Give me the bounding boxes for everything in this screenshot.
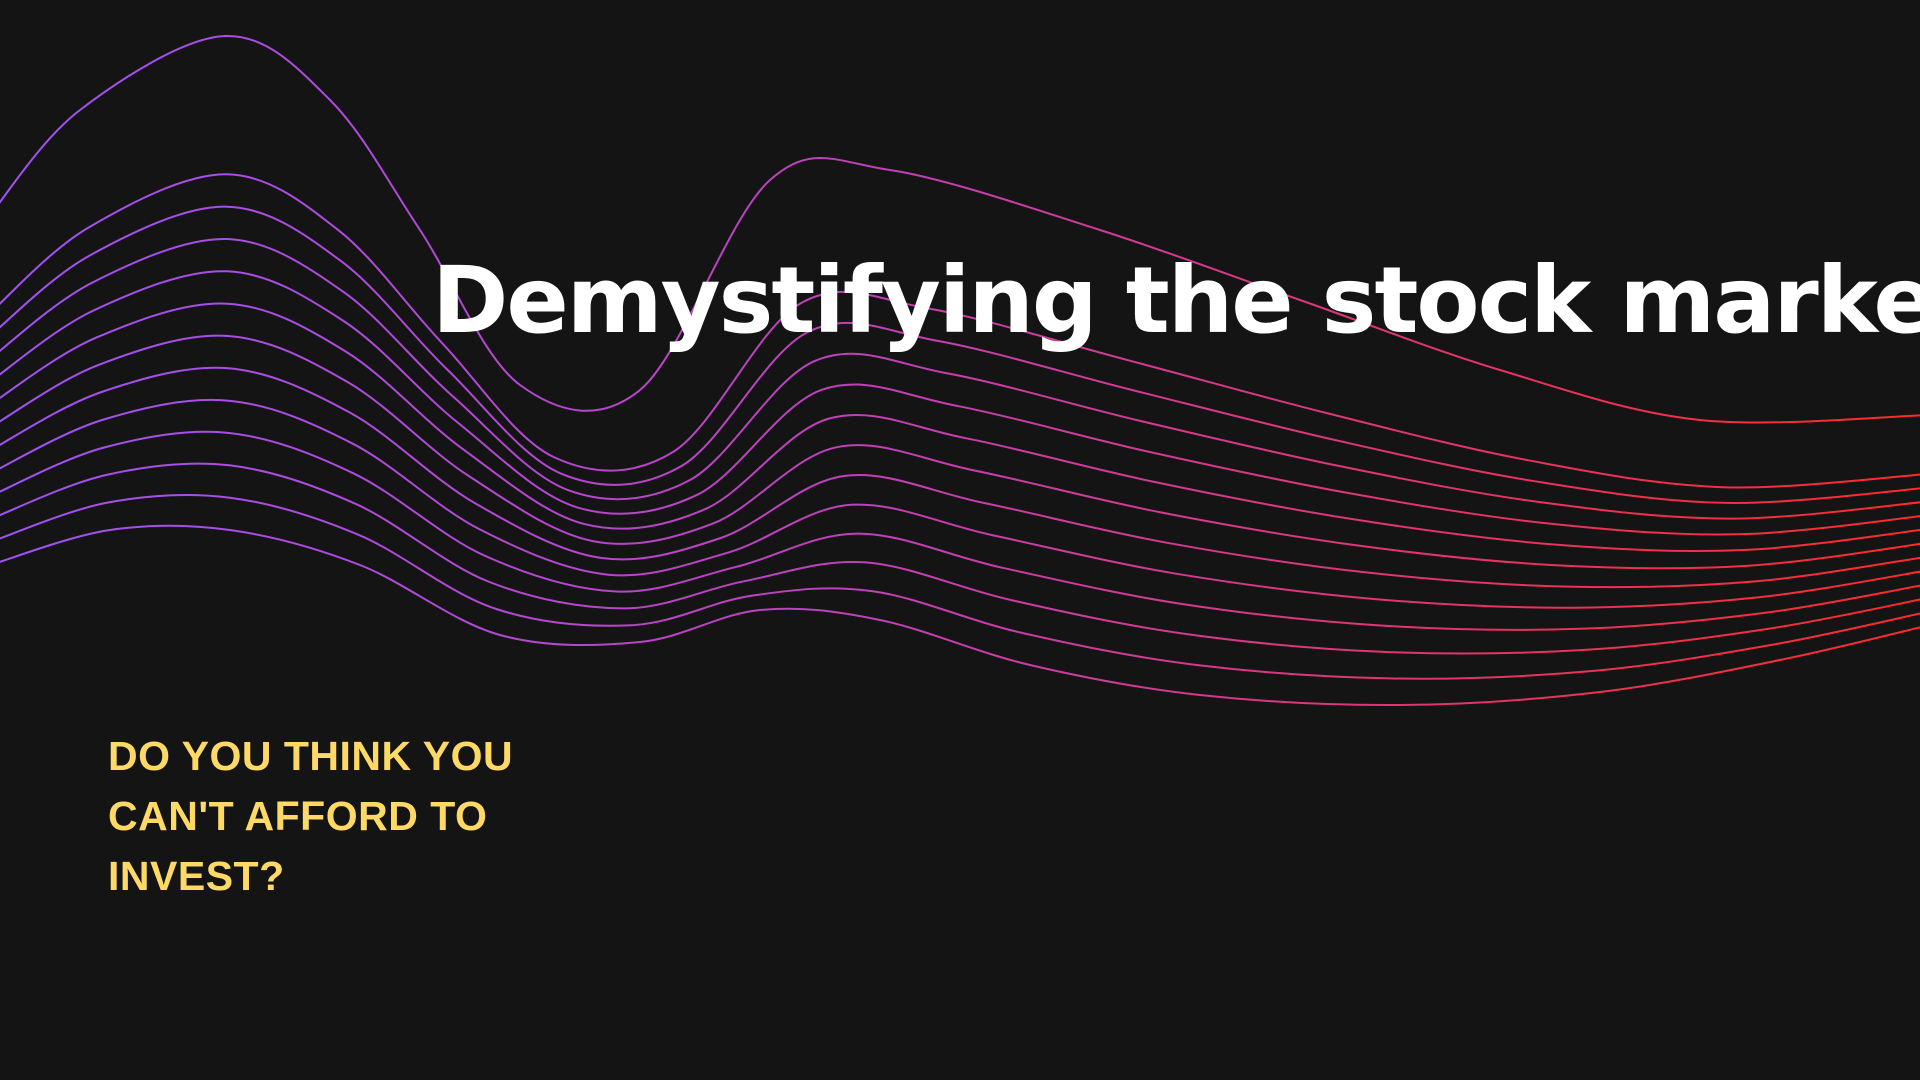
- decorative-wave-lines: [0, 34, 1920, 707]
- slide-title: Demystifying the stock market: [432, 247, 1920, 354]
- wave-line: [0, 34, 1920, 424]
- wave-line: [0, 462, 1920, 655]
- wave-line: [0, 334, 1920, 570]
- slide-subtitle: DO YOU THINK YOU CAN'T AFFORD TO INVEST?: [108, 733, 514, 899]
- slide: Demystifying the stock market DO YOU THI…: [0, 0, 1920, 1080]
- wave-line: [0, 398, 1920, 609]
